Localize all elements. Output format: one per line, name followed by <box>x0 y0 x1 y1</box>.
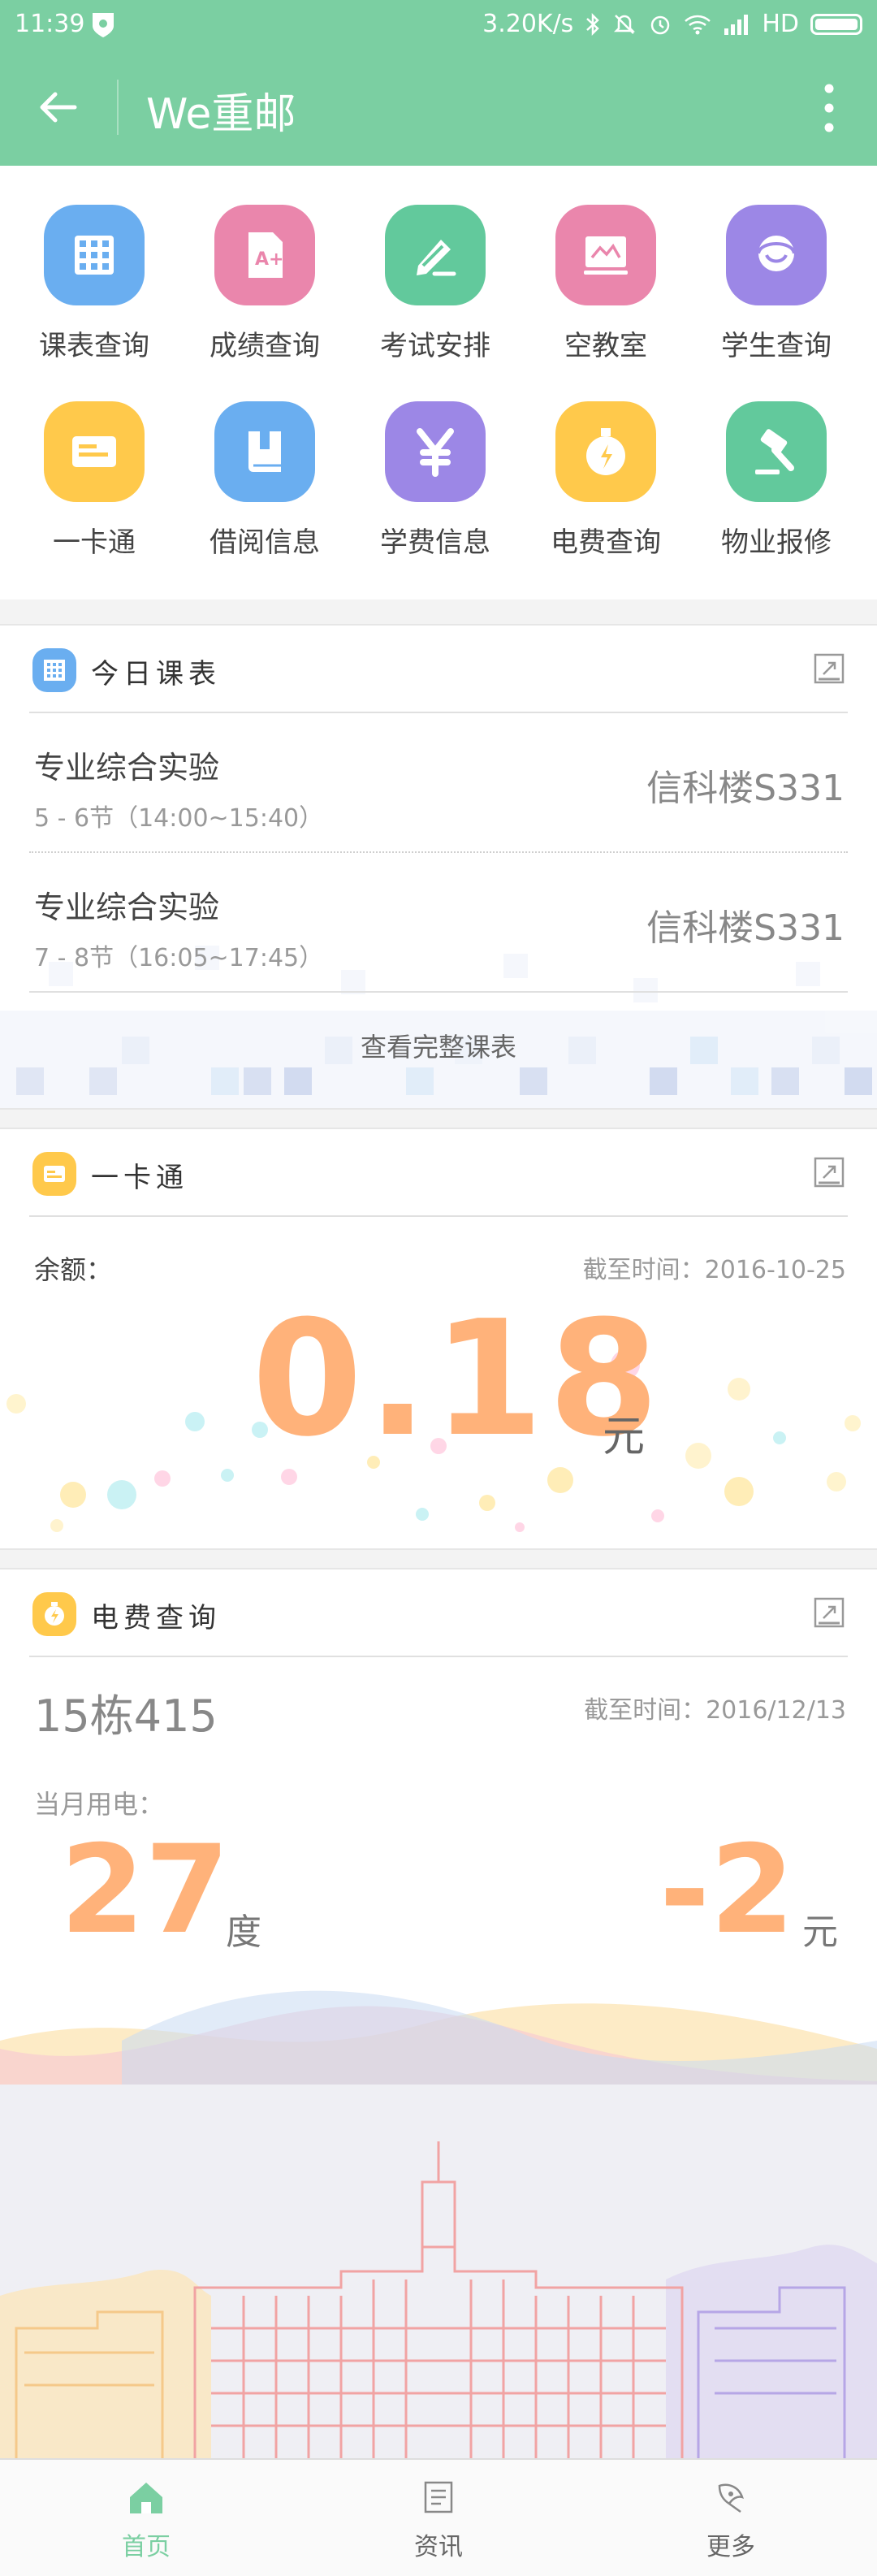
grid-item-label: 考试安排 <box>380 330 490 362</box>
app-bar: We重邮 <box>0 50 877 166</box>
campus-card-panel: 一卡通 余额： 截至时间：2016-10-25 0.18 元 <box>0 1128 877 1550</box>
course-room: 信科楼S331 <box>646 907 845 949</box>
balance-unit: 元 <box>603 1413 646 1461</box>
grid-item-label: 课表查询 <box>39 330 149 362</box>
grid-item-grades[interactable]: A+ 成绩查询 <box>177 205 352 363</box>
bottom-nav: 首页 资讯 更多 <box>0 2458 877 2576</box>
mute-icon <box>614 14 636 34</box>
yen-icon <box>385 401 486 502</box>
electricity-header: 电费查询 <box>29 1569 848 1657</box>
net-speed: 3.20K/s <box>482 10 574 38</box>
grid-item-label: 学生查询 <box>721 330 832 362</box>
home-icon <box>130 2483 162 2513</box>
course-room: 信科楼S331 <box>646 768 845 809</box>
exam-pencil-icon <box>385 205 486 305</box>
app-bar-divider <box>117 80 119 135</box>
electricity-as-of: 截至时间：2016/12/13 <box>584 1696 846 1725</box>
cost-unit: 元 <box>802 1911 838 1953</box>
hammer-icon <box>726 401 827 502</box>
course-time: 7 - 8节（16:05~17:45） <box>34 944 324 972</box>
usage-unit: 度 <box>226 1911 261 1953</box>
grid-item-campus-card[interactable]: 一卡通 <box>6 401 182 560</box>
open-external-icon[interactable] <box>814 1597 845 1628</box>
timetable-icon <box>44 205 145 305</box>
electricity-icon <box>555 401 656 502</box>
hd-label: HD <box>762 10 799 38</box>
schedule-card-header: 今日课表 <box>29 626 848 713</box>
wifi-icon <box>685 15 711 34</box>
nav-item-news[interactable]: 资讯 <box>374 2460 503 2576</box>
course-name: 专业综合实验 <box>34 750 220 786</box>
course-row[interactable]: 专业综合实验 7 - 8节（16:05~17:45） 信科楼S331 <box>29 853 848 993</box>
page-title: We重邮 <box>146 90 296 139</box>
student-icon <box>726 205 827 305</box>
news-icon <box>424 2481 453 2513</box>
dorm-room: 15栋415 <box>34 1691 218 1742</box>
nav-label: 资讯 <box>414 2533 463 2561</box>
grid-item-borrowing[interactable]: 借阅信息 <box>177 401 352 560</box>
card-title: 一卡通 <box>91 1162 188 1194</box>
status-icons: 3.20K/s HD <box>482 10 862 38</box>
grid-item-electricity[interactable]: 电费查询 <box>518 401 693 560</box>
grid-item-empty-classroom[interactable]: 空教室 <box>518 205 693 363</box>
electricity-panel: 电费查询 15栋415 截至时间：2016/12/13 当月用电： 27 度 -… <box>0 1568 877 2086</box>
nav-label: 首页 <box>122 2533 171 2561</box>
open-external-icon[interactable] <box>814 653 845 684</box>
grid-item-label: 电费查询 <box>551 526 661 559</box>
book-icon <box>214 401 315 502</box>
electricity-icon <box>32 1592 76 1636</box>
more-icon <box>718 2483 744 2513</box>
course-row[interactable]: 专业综合实验 5 - 6节（14:00~15:40） 信科楼S331 <box>29 713 848 853</box>
open-external-icon[interactable] <box>814 1157 845 1188</box>
grid-item-timetable[interactable]: 课表查询 <box>6 205 182 363</box>
card-title: 电费查询 <box>91 1602 221 1634</box>
wave-decoration <box>0 1990 877 2086</box>
cost-value: -2 <box>659 1820 795 1961</box>
grid-item-tuition[interactable]: 学费信息 <box>348 401 523 560</box>
view-full-schedule-link[interactable]: 查看完整课表 <box>0 1027 877 1064</box>
grid-item-label: 借阅信息 <box>210 526 320 559</box>
grid-item-label: 学费信息 <box>380 526 490 559</box>
status-time: 11:39 <box>15 10 85 38</box>
nav-item-home[interactable]: 首页 <box>81 2460 211 2576</box>
battery-icon <box>810 13 862 35</box>
grid-item-label: 物业报修 <box>721 526 832 559</box>
balance-as-of: 截至时间：2016-10-25 <box>582 1256 846 1284</box>
today-schedule-card: 今日课表 专业综合实验 5 - 6节（14:00~15:40） 信科楼S331 … <box>0 624 877 1110</box>
month-usage-label: 当月用电： <box>34 1789 165 1820</box>
grid-item-student-search[interactable]: 学生查询 <box>689 205 864 363</box>
card-icon <box>32 1152 76 1196</box>
grid-item-exams[interactable]: 考试安排 <box>348 205 523 363</box>
balance-label: 余额： <box>34 1254 113 1285</box>
grid-item-label: 空教室 <box>564 330 647 362</box>
signal-icon <box>724 14 749 35</box>
feature-grid: 课表查询 A+ 成绩查询 考试安排 空教室 学生查询 一卡通 借阅信息 学费信息… <box>0 166 877 600</box>
alarm-icon <box>651 15 670 34</box>
timetable-icon <box>32 648 76 692</box>
grade-icon: A+ <box>214 205 315 305</box>
status-bar: 11:39 3.20K/s HD <box>0 0 877 50</box>
more-vertical-icon[interactable] <box>823 83 835 133</box>
grid-item-label: 一卡通 <box>53 526 136 559</box>
bluetooth-icon <box>586 12 600 36</box>
grid-item-label: 成绩查询 <box>210 330 320 362</box>
back-arrow-icon[interactable] <box>36 84 81 130</box>
nav-label: 更多 <box>706 2533 755 2561</box>
course-name: 专业综合实验 <box>34 890 220 925</box>
grid-item-repair[interactable]: 物业报修 <box>689 401 864 560</box>
campus-illustration <box>0 2085 877 2458</box>
nav-item-more[interactable]: 更多 <box>666 2460 796 2576</box>
card-icon <box>44 401 145 502</box>
course-time: 5 - 6节（14:00~15:40） <box>34 804 324 833</box>
classroom-icon <box>555 205 656 305</box>
usage-value: 27 <box>60 1820 230 1961</box>
campus-card-header: 一卡通 <box>29 1129 848 1217</box>
svg-text:A+: A+ <box>255 249 283 270</box>
shield-icon <box>93 13 114 37</box>
card-title: 今日课表 <box>91 658 221 691</box>
